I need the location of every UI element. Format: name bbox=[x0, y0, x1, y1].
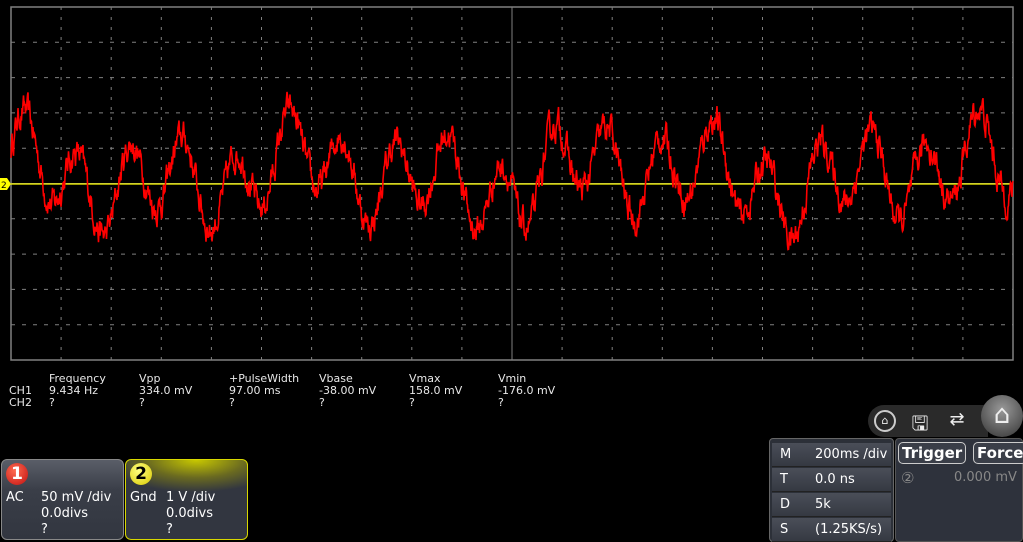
sample-rate: (1.25KS/s) bbox=[815, 522, 883, 537]
label: S bbox=[780, 522, 789, 537]
ch1-scale: 50 mV /div bbox=[41, 490, 112, 505]
home-icon[interactable]: ⌂ bbox=[981, 395, 1023, 437]
trigger-time: 0.0 ns bbox=[815, 472, 855, 487]
meas-value: 9.434 Hz bbox=[49, 384, 99, 397]
trigger-button[interactable]: Trigger bbox=[898, 442, 967, 464]
memory-depth: 5k bbox=[815, 497, 831, 512]
meas-value: -176.0 mV bbox=[498, 384, 556, 397]
ch2-probe: ? bbox=[166, 522, 173, 537]
trigger-time-row[interactable]: T 0.0 ns bbox=[772, 468, 891, 492]
meas-value: 158.0 mV bbox=[409, 384, 463, 397]
ch2-scale: 1 V /div bbox=[166, 490, 216, 505]
meas-value: 334.0 mV bbox=[139, 384, 193, 397]
sample-rate-row[interactable]: S (1.25KS/s) bbox=[772, 518, 891, 542]
svg-text:2: 2 bbox=[1, 181, 7, 191]
label: M bbox=[780, 447, 792, 462]
meas-value: ? bbox=[319, 396, 325, 409]
timebase-row[interactable]: M 200ms /div bbox=[772, 443, 891, 467]
ch1-coupling: AC bbox=[6, 490, 24, 505]
ch2-offset: 0.0divs bbox=[166, 506, 214, 521]
ch2-level-marker[interactable]: 2 bbox=[0, 178, 11, 191]
depth-row[interactable]: D 5k bbox=[772, 493, 891, 517]
horizontal-scale: 200ms /div bbox=[815, 447, 888, 462]
meas-value: ? bbox=[139, 396, 145, 409]
ch1-panel[interactable]: 1 AC 50 mV /div 0.0divs ? bbox=[1, 459, 124, 540]
meas-value: -38.00 mV bbox=[319, 384, 377, 397]
auto-set-icon[interactable]: ⌂ bbox=[874, 410, 896, 432]
meas-value: ? bbox=[498, 396, 504, 409]
ch1-badge: 1 bbox=[6, 463, 28, 485]
label: D bbox=[780, 497, 791, 512]
label: T bbox=[780, 472, 788, 487]
ch2-badge: 2 bbox=[130, 463, 152, 485]
ch1-offset: 0.0divs bbox=[41, 506, 89, 521]
trigger-panel: Trigger Force ② 0.000 mV bbox=[895, 438, 1023, 542]
force-button[interactable]: Force bbox=[973, 442, 1023, 464]
ch1-probe: ? bbox=[41, 522, 48, 537]
meas-value: ? bbox=[409, 396, 415, 409]
meas-value: ? bbox=[49, 396, 55, 409]
ch2-panel[interactable]: 2 Gnd 1 V /div 0.0divs ? bbox=[125, 459, 248, 540]
toolbar: ⌂ 🖫 ⇄ bbox=[868, 405, 988, 437]
meas-row-label: CH2 bbox=[9, 396, 32, 409]
meas-value: ? bbox=[229, 396, 235, 409]
trigger-source: ② bbox=[901, 469, 915, 487]
timebase-panel[interactable]: M 200ms /div T 0.0 ns D 5k S (1.25KS/s) bbox=[769, 438, 894, 542]
trigger-level: 0.000 mV bbox=[954, 470, 1017, 485]
ch2-coupling: Gnd bbox=[130, 490, 157, 505]
waveform-display[interactable]: 2 bbox=[0, 0, 1023, 365]
swap-windows-icon[interactable]: ⇄ bbox=[944, 409, 970, 430]
meas-value: 97.00 ms bbox=[229, 384, 281, 397]
